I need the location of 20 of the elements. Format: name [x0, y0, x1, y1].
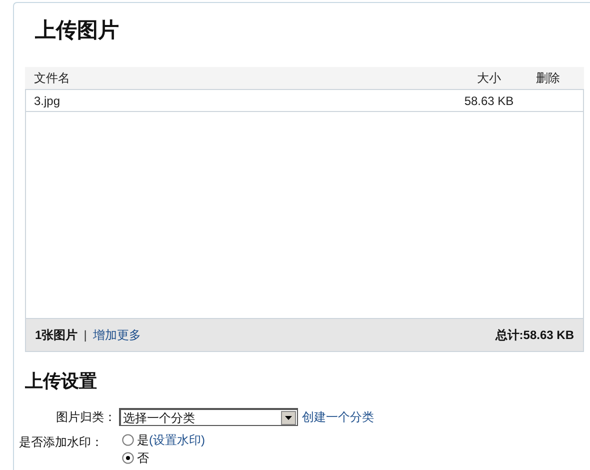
- separator: |: [84, 327, 87, 344]
- column-header: 大小: [476, 70, 502, 87]
- total-size: 总计:58.63 KB: [495, 327, 574, 344]
- radio-button[interactable]: [122, 452, 134, 464]
- watermark-settings-link[interactable]: (设置水印): [149, 431, 205, 449]
- page-title: 上传图片: [34, 18, 120, 44]
- file-name: 3.jpg: [33, 92, 62, 110]
- option-label: 否: [137, 450, 149, 467]
- column-header: 删除: [535, 70, 561, 87]
- field-label: 是否添加水印：: [18, 434, 104, 451]
- field-label: 图片归类：: [55, 409, 117, 426]
- section-title: 上传设置: [25, 370, 98, 393]
- option-label: 是: [137, 432, 149, 449]
- radio-button[interactable]: [122, 434, 134, 446]
- file-size: 58.63 KB: [463, 92, 515, 110]
- create-category-link[interactable]: 创建一个分类: [302, 408, 374, 426]
- category-dropdown[interactable]: 选择一个分类: [119, 408, 298, 426]
- add-more-link[interactable]: 增加更多: [92, 326, 141, 344]
- column-header: 文件名: [33, 70, 71, 87]
- image-count: 1张图片: [35, 327, 78, 344]
